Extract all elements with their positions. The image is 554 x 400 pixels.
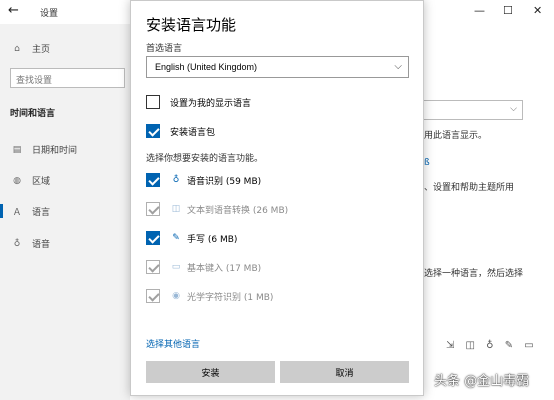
sidebar-item-region[interactable]: ◍ 区域: [10, 174, 51, 188]
language-select[interactable]: English (United Kingdom) ⌵: [146, 56, 409, 78]
feature-handwriting[interactable]: ✎ 手写 (6 MB): [146, 230, 237, 246]
preferred-language-hint: 选择一种语言，然后选择: [424, 269, 524, 279]
display-language-hint: 用此语言显示。: [424, 131, 488, 141]
language-description: 、设置和帮助主题所用: [424, 183, 515, 193]
feature-checkbox[interactable]: [146, 173, 160, 187]
preferred-language-label: 首选语言: [146, 44, 183, 54]
display-language-dropdown[interactable]: ⌵: [420, 100, 523, 120]
install-language-dialog: 安装语言功能 首选语言 English (United Kingdom) ⌵ 设…: [130, 0, 424, 396]
partial-link[interactable]: ß: [424, 158, 430, 168]
microphone-icon: ♁: [13, 238, 21, 249]
language-pack-checkbox[interactable]: [146, 124, 160, 138]
feature-checkbox: [146, 202, 160, 216]
window-title: 设置: [40, 9, 59, 19]
sidebar-item-speech[interactable]: ♁ 语音: [10, 237, 51, 251]
feature-speech-recognition[interactable]: ♁ 语音识别 (59 MB): [146, 172, 261, 188]
install-button[interactable]: 安装: [146, 361, 275, 383]
sidebar-item-label: 语音: [32, 240, 51, 250]
sidebar-item-label: 区域: [32, 177, 51, 187]
feature-label: 基本键入 (17 MB): [187, 263, 262, 274]
feature-text-to-speech: ◫ 文本到语音转换 (26 MB): [146, 201, 288, 217]
sidebar-item-date-time[interactable]: ▤ 日期和时间: [10, 143, 78, 157]
settings-search-input[interactable]: 查找设置: [10, 68, 125, 88]
sidebar-item-label: 语言: [32, 208, 51, 218]
display-language-option[interactable]: 设置为我的显示语言: [146, 94, 251, 110]
globe-icon: ◍: [13, 175, 21, 186]
language-select-value: English (United Kingdom): [155, 62, 258, 72]
maximize-icon[interactable]: ☐: [503, 4, 513, 17]
sidebar-item-home[interactable]: ⌂ 主页: [10, 42, 51, 56]
choose-other-language-link[interactable]: 选择其他语言: [146, 337, 200, 350]
feature-label: 手写 (6 MB): [187, 234, 238, 245]
home-icon: ⌂: [14, 43, 20, 54]
microphone-icon: ♁: [172, 175, 180, 185]
chevron-down-icon: ⌵: [394, 61, 402, 72]
feature-label: 文本到语音转换 (26 MB): [187, 205, 289, 216]
dialog-title: 安装语言功能: [146, 16, 237, 34]
option-label: 安装语言包: [170, 127, 216, 138]
watermark: 头条 @金山毒霸: [434, 374, 530, 389]
close-icon[interactable]: ✕: [533, 4, 542, 17]
feature-basic-typing: ▭ 基本键入 (17 MB): [146, 259, 261, 275]
calendar-icon: ▤: [12, 144, 22, 155]
feature-label: 光学字符识别 (1 MB): [187, 292, 274, 303]
sidebar-item-label: 日期和时间: [32, 146, 78, 156]
feature-ocr: ◉ 光学字符识别 (1 MB): [146, 288, 273, 304]
cancel-button[interactable]: 取消: [280, 361, 409, 383]
feature-checkbox[interactable]: [146, 231, 160, 245]
feature-label: 语音识别 (59 MB): [187, 176, 262, 187]
ocr-icon: ◉: [172, 291, 180, 301]
feature-checkbox: [146, 260, 160, 274]
option-label: 设置为我的显示语言: [170, 98, 252, 109]
sidebar-item-language[interactable]: Ａ 语言: [10, 205, 50, 218]
feature-checkbox: [146, 289, 160, 303]
language-feature-icons: ⇲ ◫ ♁ ✎ ▭: [446, 340, 538, 351]
sidebar-section-heading: 时间和语言: [10, 109, 56, 119]
selected-indicator: [0, 204, 3, 218]
features-label: 选择你想要安装的语言功能。: [146, 154, 264, 164]
speech-bubble-icon: ◫: [171, 204, 181, 214]
minimize-icon[interactable]: —: [474, 4, 485, 17]
back-arrow-icon[interactable]: ←: [8, 3, 19, 18]
keyboard-icon: ▭: [171, 262, 181, 272]
handwriting-icon: ✎: [172, 233, 180, 243]
install-language-pack-option[interactable]: 安装语言包: [146, 123, 215, 139]
display-language-checkbox[interactable]: [146, 95, 160, 109]
sidebar-item-label: 主页: [32, 45, 51, 55]
language-icon: Ａ: [12, 208, 22, 218]
chevron-down-icon: ⌵: [510, 104, 517, 114]
